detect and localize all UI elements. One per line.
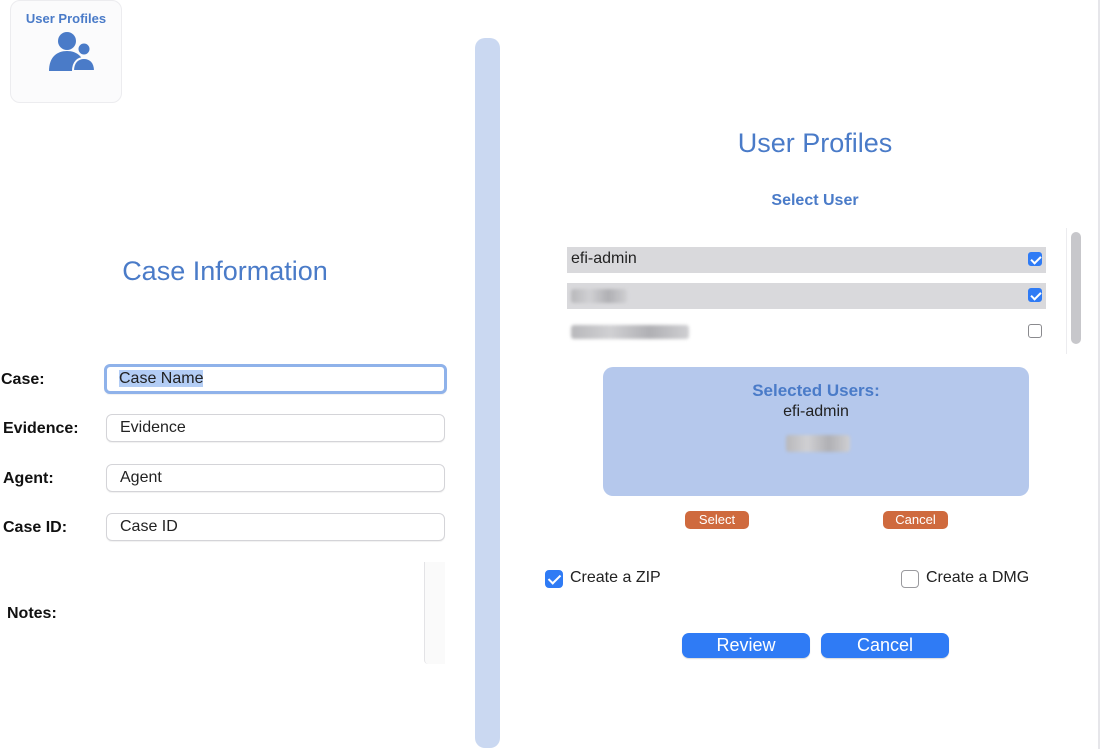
evidence-input[interactable]: Evidence [106,414,445,442]
selected-users-box: Selected Users: efi-admin [603,367,1029,496]
create-zip-label[interactable]: Create a ZIP [570,569,661,587]
create-dmg-checkbox[interactable] [901,570,919,588]
case-information-heading: Case Information [122,256,328,286]
selected-user: efi-admin [783,403,849,420]
user-checkbox[interactable] [1028,252,1042,266]
cancel-select-button[interactable]: Cancel [883,511,948,529]
notes-textarea[interactable] [424,562,445,664]
case-name-input[interactable]: Case Name [104,364,447,394]
notes-label: Notes: [7,605,57,622]
case-label: Case: [1,371,45,388]
user-profiles-heading: User Profiles [737,128,893,158]
create-dmg-label[interactable]: Create a DMG [926,569,1029,587]
user-list-scrollbar[interactable] [1071,232,1081,344]
user-row-efi-admin[interactable]: efi-admin [567,247,1046,273]
selected-users-title: Selected Users: [752,381,880,400]
user-name-redacted [571,322,689,344]
case-name-value: Case Name [119,370,204,387]
select-user-label: Select User [771,192,859,209]
agent-input[interactable]: Agent [106,464,445,492]
user-row-redacted-2[interactable] [567,319,1046,345]
app-tile[interactable]: User Profiles [10,0,122,103]
user-profiles-icon [47,31,103,78]
user-name-redacted [571,286,627,308]
agent-label: Agent: [3,470,54,487]
app-tile-title: User Profiles [25,11,107,26]
user-row-redacted-1[interactable] [567,283,1046,309]
cancel-button[interactable]: Cancel [821,633,949,658]
select-button[interactable]: Select [685,511,749,529]
create-zip-checkbox[interactable] [545,570,563,588]
user-checkbox[interactable] [1028,288,1042,302]
panel-divider[interactable] [475,38,500,748]
review-button[interactable]: Review [682,633,810,658]
user-name: efi-admin [571,250,637,267]
evidence-label: Evidence: [3,420,79,437]
user-checkbox[interactable] [1028,324,1042,338]
selected-user-redacted [786,435,850,452]
case-id-label: Case ID: [3,519,68,536]
case-id-input[interactable]: Case ID [106,513,445,541]
